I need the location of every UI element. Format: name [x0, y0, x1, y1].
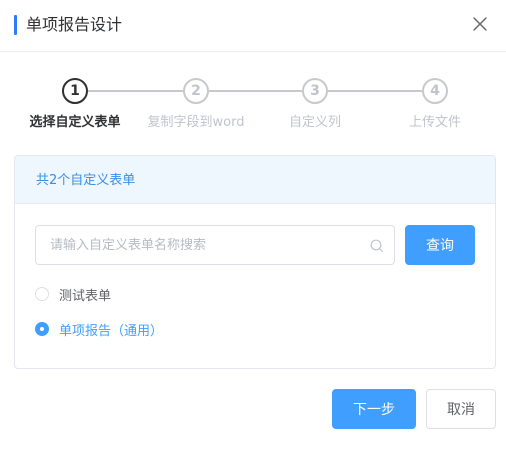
search-input[interactable] — [36, 226, 366, 264]
step-4-number: 4 — [422, 78, 448, 104]
close-icon[interactable] — [470, 14, 490, 34]
report-design-dialog: 单项报告设计 1 2 3 4 选择自定义表单 复制字段到word 自定义列 上传… — [0, 0, 506, 473]
dialog-header: 单项报告设计 — [0, 0, 506, 52]
step-connector — [88, 90, 183, 92]
radio-unchecked-icon[interactable] — [35, 287, 49, 301]
step-4-label: 上传文件 — [408, 115, 462, 130]
next-step-button[interactable]: 下一步 — [332, 389, 416, 429]
title-accent-bar — [14, 15, 17, 35]
radio-checked-icon[interactable] — [35, 322, 49, 336]
radio-label: 测试表单 — [59, 288, 112, 304]
radio-label: 单项报告（通用） — [59, 323, 164, 339]
form-select-card: 共2个自定义表单 查询 测试表单 单项报告（通用） — [14, 155, 496, 369]
step-1-label: 选择自定义表单 — [29, 115, 121, 130]
step-3-label: 自定义列 — [288, 115, 342, 130]
dialog-title: 单项报告设计 — [26, 15, 123, 34]
query-button[interactable]: 查询 — [405, 225, 475, 265]
radio-option-test-form[interactable]: 测试表单 — [35, 284, 111, 304]
form-count-text: 共2个自定义表单 — [36, 173, 136, 188]
step-indicator: 1 2 3 4 选择自定义表单 复制字段到word 自定义列 上传文件 — [0, 72, 506, 142]
radio-option-single-report[interactable]: 单项报告（通用） — [35, 319, 163, 339]
cancel-button[interactable]: 取消 — [426, 389, 496, 429]
step-connector — [209, 90, 302, 92]
card-header: 共2个自定义表单 — [15, 156, 495, 204]
step-1-number: 1 — [62, 78, 88, 104]
step-3-number: 3 — [302, 78, 328, 104]
step-2-number: 2 — [183, 78, 209, 104]
step-2-label: 复制字段到word — [147, 115, 245, 130]
step-connector — [328, 90, 422, 92]
search-icon[interactable] — [369, 238, 385, 254]
search-field[interactable] — [35, 225, 395, 265]
